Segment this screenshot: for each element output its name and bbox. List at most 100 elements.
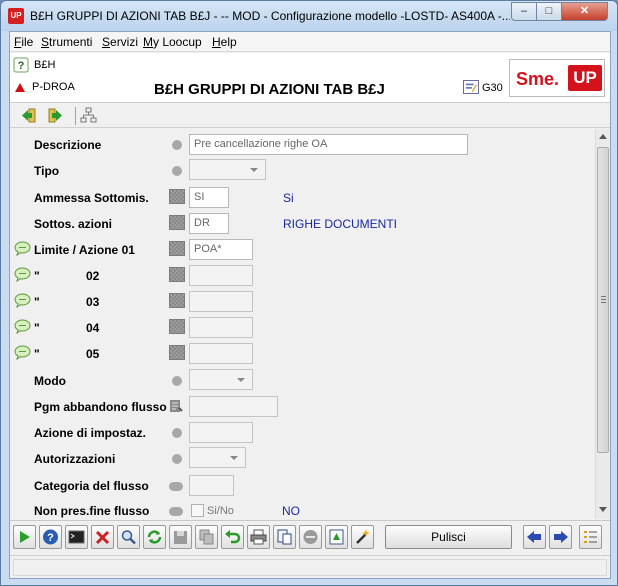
azione-impostaz-field[interactable]: [189, 422, 253, 443]
list-icon: [584, 531, 597, 543]
azione-02-field[interactable]: [189, 265, 253, 286]
edit-form-icon[interactable]: [463, 80, 479, 94]
document-icon[interactable]: [169, 399, 183, 413]
wizard-button[interactable]: [351, 525, 374, 549]
title-bar[interactable]: UP B£H GRUPPI DI AZIONI TAB B£J - -- MOD…: [1, 1, 617, 31]
cancel-button[interactable]: [91, 525, 114, 549]
lookup-grid-icon[interactable]: [169, 319, 185, 334]
azione-04-field[interactable]: [189, 317, 253, 338]
speech-bubble-icon[interactable]: [14, 319, 31, 334]
azione-03-field[interactable]: [189, 291, 253, 312]
modo-label: Modo: [34, 374, 66, 388]
ammessa-decoded: Si: [283, 191, 294, 205]
navigation-toolbar: [10, 104, 610, 128]
undo-button[interactable]: [221, 525, 244, 549]
menu-servizi[interactable]: Servizi: [102, 35, 138, 49]
categoria-label: Categoria del flusso: [34, 479, 149, 493]
menu-help-label: elp: [220, 35, 237, 49]
azione-05-field[interactable]: [189, 343, 253, 364]
menu-my-loocup-label: y Loocup: [153, 35, 202, 49]
azione-impostaz-label: Azione di impostaz.: [34, 426, 147, 440]
copy-button[interactable]: [195, 525, 218, 549]
descrizione-field[interactable]: Pre cancellazione righe OA: [189, 134, 468, 155]
checkbox-label: Si/No: [207, 505, 234, 517]
non-pres-checkbox[interactable]: [191, 504, 204, 517]
back-arrow-icon[interactable]: [20, 107, 37, 124]
speech-bubble-icon[interactable]: [14, 345, 31, 360]
pgm-field[interactable]: [189, 396, 278, 417]
svg-text:?: ?: [47, 532, 54, 544]
close-button[interactable]: ✕: [561, 2, 608, 21]
field-status-dot: [172, 454, 182, 464]
speech-bubble-icon[interactable]: [14, 267, 31, 282]
client-area: File Strumenti Servizi My Loocup Help ? …: [9, 31, 611, 579]
paste-button[interactable]: [273, 525, 296, 549]
menu-strumenti[interactable]: Strumenti: [41, 35, 92, 49]
pgm-label: Pgm abbandono flusso: [34, 400, 167, 414]
maximize-button[interactable]: □: [536, 2, 562, 21]
categoria-field[interactable]: [189, 475, 234, 496]
delete-button[interactable]: [299, 525, 322, 549]
arrow-left-icon: [527, 531, 541, 543]
magic-wand-icon: [356, 529, 370, 544]
paste-icon: [277, 529, 292, 545]
page-title: B£H GRUPPI DI AZIONI TAB B£J: [154, 81, 385, 98]
console-button[interactable]: [65, 525, 88, 549]
lookup-grid-icon[interactable]: [169, 189, 185, 204]
help-button[interactable]: ?: [39, 525, 62, 549]
field-status-pill: [169, 507, 183, 516]
help-icon[interactable]: ?: [13, 57, 29, 73]
next-button[interactable]: [549, 525, 572, 549]
sottos-field[interactable]: DR: [189, 213, 229, 234]
lookup-grid-icon[interactable]: [169, 345, 185, 360]
ammessa-field[interactable]: SI: [189, 187, 229, 208]
hierarchy-icon[interactable]: [80, 107, 97, 124]
view-code: G30: [482, 82, 503, 94]
tipo-combo[interactable]: [189, 159, 266, 180]
menu-servizi-mnemonic: S: [102, 35, 111, 49]
sottos-decoded: RIGHE DOCUMENTI: [283, 217, 397, 231]
azione-04-label: 04: [86, 321, 100, 335]
scroll-thumb[interactable]: [597, 147, 609, 453]
menu-my-loocup[interactable]: My Loocup: [143, 35, 202, 49]
forward-arrow-icon[interactable]: [47, 107, 64, 124]
scroll-up-arrow-icon[interactable]: [599, 134, 607, 139]
field-status-dot: [172, 376, 182, 386]
lookup-grid-icon[interactable]: [169, 241, 185, 256]
field-status-dot: [172, 428, 182, 438]
azione-01-field[interactable]: POA*: [189, 239, 253, 260]
lookup-grid-icon[interactable]: [169, 293, 185, 308]
scroll-down-arrow-icon[interactable]: [599, 507, 607, 512]
menu-strumenti-label: trumenti: [49, 35, 93, 49]
print-button[interactable]: [247, 525, 270, 549]
copy-icon: [199, 529, 214, 545]
vertical-scrollbar[interactable]: [595, 129, 610, 519]
lookup-grid-icon[interactable]: [169, 267, 185, 282]
modo-combo[interactable]: [189, 369, 253, 390]
sottos-label: Sottos. azioni: [34, 217, 112, 231]
limite-label: Limite / Azione 01: [34, 243, 135, 257]
terminal-icon: [68, 530, 85, 544]
smeup-logo: Sme. UP: [509, 59, 605, 97]
save-button[interactable]: [169, 525, 192, 549]
autorizzazioni-combo[interactable]: [189, 447, 246, 468]
menu-help[interactable]: Help: [212, 35, 237, 49]
list-button[interactable]: [579, 525, 602, 549]
search-button[interactable]: [117, 525, 140, 549]
previous-button[interactable]: [523, 525, 546, 549]
autorizzazioni-label: Autorizzazioni: [34, 452, 116, 466]
ditto-mark: ": [34, 347, 40, 361]
object-code: B£H: [34, 59, 56, 71]
speech-bubble-icon[interactable]: [14, 293, 31, 308]
run-button[interactable]: [13, 525, 36, 549]
export-button[interactable]: [325, 525, 348, 549]
ditto-mark: ": [34, 269, 40, 283]
minimize-button[interactable]: –: [511, 2, 537, 21]
refresh-button[interactable]: [143, 525, 166, 549]
azione-05-label: 05: [86, 347, 100, 361]
pulisci-button[interactable]: Pulisci: [385, 525, 512, 549]
speech-bubble-icon[interactable]: [14, 241, 31, 256]
descrizione-label: Descrizione: [34, 138, 102, 152]
lookup-grid-icon[interactable]: [169, 215, 185, 230]
menu-file[interactable]: File: [14, 35, 33, 49]
